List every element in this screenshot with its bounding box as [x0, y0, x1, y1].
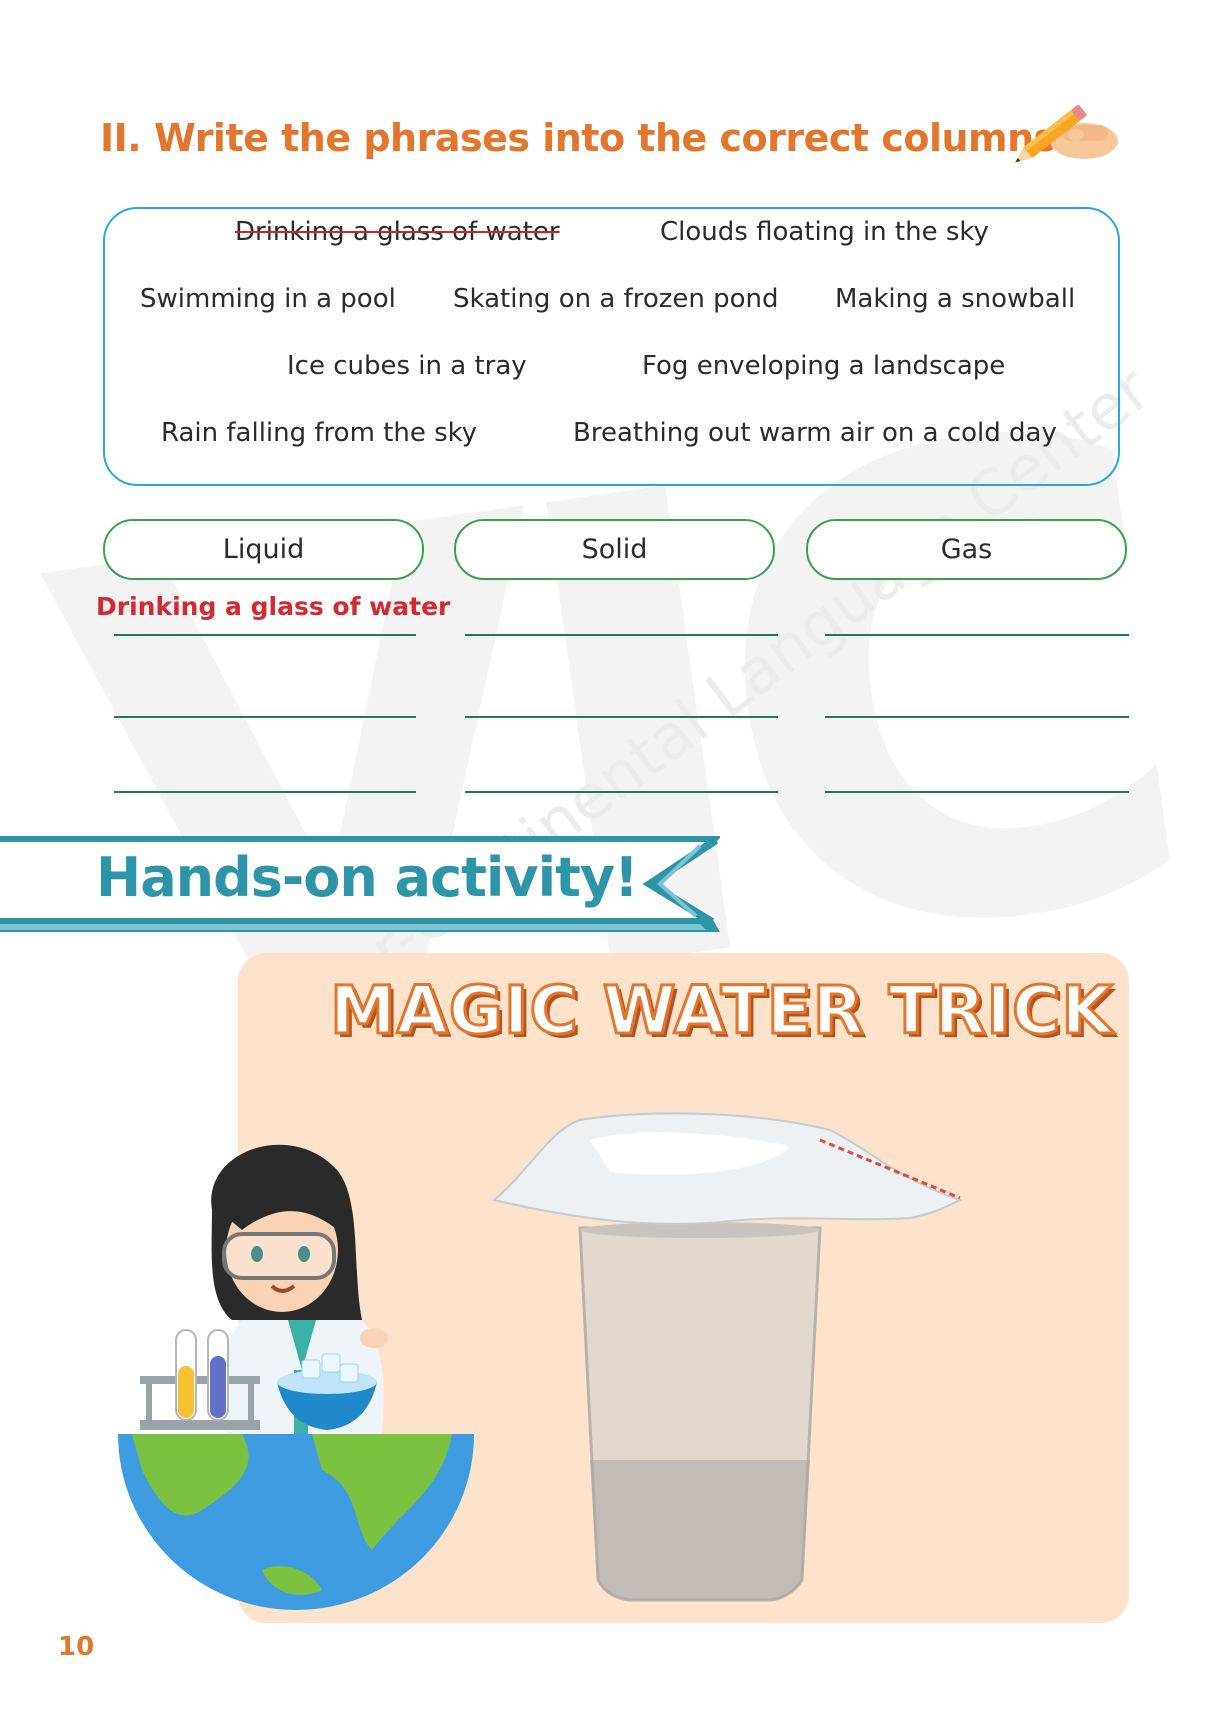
answer-line[interactable] — [825, 634, 1129, 636]
column-header-solid: Solid — [454, 519, 775, 580]
answer-line[interactable] — [114, 634, 416, 636]
word-bank-phrase: Making a snowball — [835, 284, 1076, 314]
word-bank-phrase: Skating on a frozen pond — [453, 284, 779, 314]
word-bank-phrase: Fog enveloping a landscape — [642, 351, 1006, 381]
word-bank-phrase: Drinking a glass of water — [235, 217, 560, 247]
answer-line[interactable] — [114, 791, 416, 793]
scientist-illustration — [118, 1144, 474, 1610]
answer-line[interactable] — [465, 634, 778, 636]
answer-line[interactable] — [114, 716, 416, 718]
word-bank-phrase: Rain falling from the sky — [161, 418, 478, 448]
answer-line[interactable] — [465, 791, 778, 793]
answer-line[interactable] — [465, 716, 778, 718]
column-header-gas: Gas — [806, 519, 1127, 580]
glass-with-ice-bag-photo — [491, 1112, 963, 1602]
word-bank-phrase: Breathing out warm air on a cold day — [573, 418, 1057, 448]
answer-line[interactable] — [825, 716, 1129, 718]
example-answer: Drinking a glass of water — [96, 592, 451, 621]
pencil-hand-icon — [1015, 104, 1118, 163]
word-bank-phrase: Swimming in a pool — [140, 284, 396, 314]
answer-line[interactable] — [825, 791, 1129, 793]
activity-banner-title: Hands-on activity! — [96, 846, 639, 909]
word-bank-phrase: Clouds floating in the sky — [660, 217, 989, 247]
page-number: 10 — [58, 1632, 95, 1662]
column-header-liquid: Liquid — [103, 519, 424, 580]
exercise-heading: II. Write the phrases into the correct c… — [100, 116, 1070, 160]
word-bank-phrase: Ice cubes in a tray — [287, 351, 527, 381]
activity-title: MAGIC WATER TRICK — [329, 971, 1115, 1051]
